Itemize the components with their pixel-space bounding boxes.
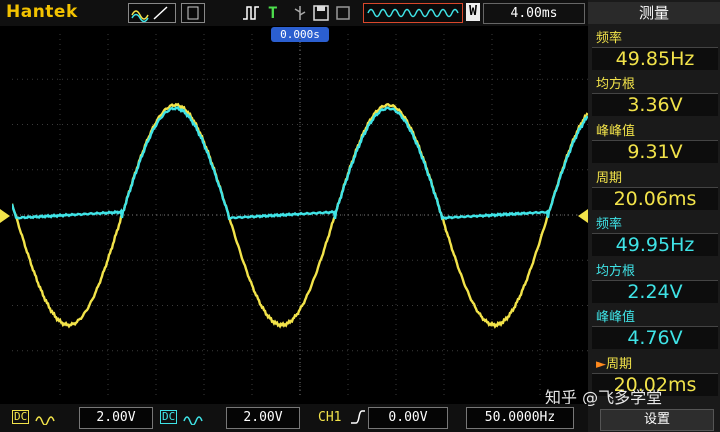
trigger-source[interactable]: CH1 (318, 410, 341, 425)
ch2-scale[interactable]: 2.00V (226, 407, 300, 429)
measure-value[interactable]: 4.76V (592, 326, 718, 349)
measure-value[interactable]: 2.24V (592, 280, 718, 303)
measure-value[interactable]: 20.06ms (592, 187, 718, 210)
brand-logo: Hantek (6, 2, 78, 22)
trigger-mode-letter: T (268, 3, 278, 22)
measure-label-text: 周期 (606, 357, 633, 372)
measure-label-selected[interactable]: ►周期 (596, 353, 632, 372)
mode-letter-box: W (466, 3, 480, 21)
measure-value[interactable]: 9.31V (592, 140, 718, 163)
bottom-status-bar: DC 2.00V DC 2.00V CH1 0.00V 50.0000Hz (0, 404, 588, 432)
measure-label: 频率 (596, 31, 623, 46)
waveform-display (12, 34, 588, 396)
measure-label: 频率 (596, 217, 623, 232)
ch1-ground-marker[interactable] (0, 208, 12, 227)
selection-arrow-icon: ► (596, 357, 606, 372)
ch2-coupling[interactable]: DC (160, 410, 178, 424)
ch2-probe-icon (182, 410, 204, 429)
trigger-edge-icon (242, 4, 262, 26)
measure-value[interactable]: 3.36V (592, 93, 718, 116)
rising-edge-icon (350, 409, 366, 429)
top-status-bar: Hantek T W 4.00ms (0, 0, 588, 26)
trigger-frequency: 50.0000Hz (466, 407, 574, 429)
acquire-mode-icon[interactable] (181, 3, 205, 23)
measure-label: 均方根 (596, 264, 636, 279)
ch1-probe-icon (34, 410, 56, 429)
measure-label: 周期 (596, 171, 623, 186)
panel-title: 测量 (588, 2, 720, 24)
measure-label: 峰峰值 (596, 124, 636, 139)
menu-icon[interactable] (335, 4, 351, 26)
ch1-coupling[interactable]: DC (12, 410, 30, 424)
trigger-level[interactable]: 0.00V (368, 407, 448, 429)
measurement-panel: 测量 频率 49.85Hz 均方根 3.36V 峰峰值 9.31V 周期 20.… (588, 0, 720, 432)
usb-icon[interactable] (291, 4, 309, 26)
measure-value[interactable]: 49.95Hz (592, 233, 718, 256)
save-icon[interactable] (312, 4, 330, 26)
channel-waveform-icon[interactable] (128, 3, 176, 23)
waveform-memory-bar[interactable] (363, 3, 463, 23)
ch1-scale[interactable]: 2.00V (79, 407, 153, 429)
measure-label: 峰峰值 (596, 310, 636, 325)
measure-label: 均方根 (596, 77, 636, 92)
timebase-readout[interactable]: 4.00ms (483, 3, 585, 24)
settings-button[interactable]: 设置 (600, 409, 714, 431)
measure-value[interactable]: 49.85Hz (592, 47, 718, 70)
